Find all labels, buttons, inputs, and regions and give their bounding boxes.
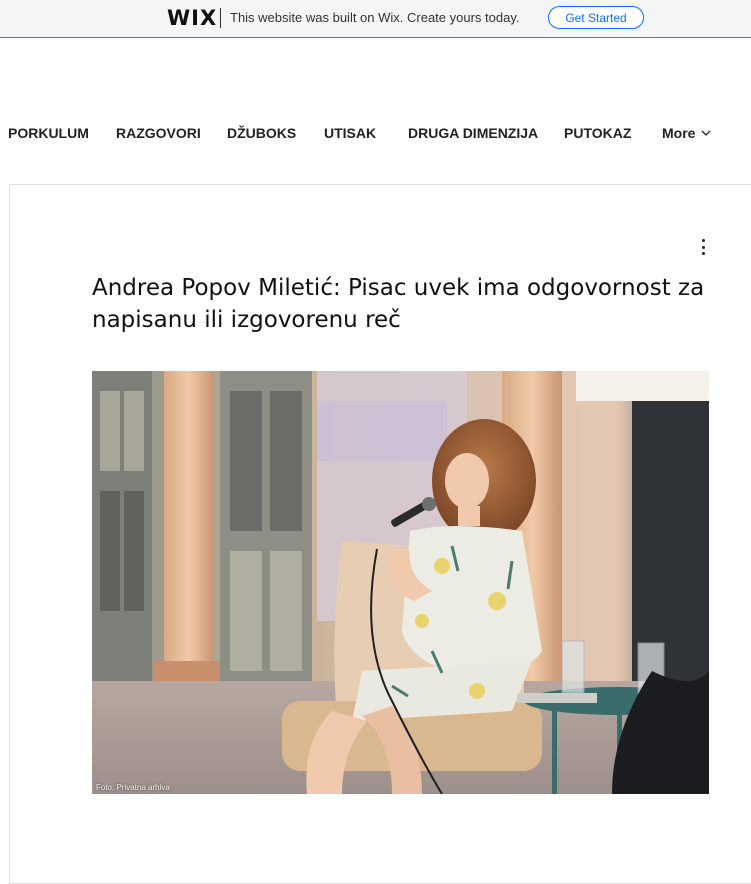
post-cover-photo: Foto: Privatna arhiva bbox=[92, 371, 709, 794]
nav-item-putokaz[interactable]: PUTOKAZ bbox=[564, 125, 631, 141]
photo-caption: Foto: Privatna arhiva bbox=[96, 783, 170, 792]
nav-more-label: More bbox=[662, 125, 696, 141]
nav-item-druga-dimenzija[interactable]: DRUGA DIMENZIJA bbox=[408, 125, 538, 141]
chevron-down-icon bbox=[701, 130, 711, 136]
nav-item-utisak[interactable]: UTISAK bbox=[324, 125, 376, 141]
wix-logo[interactable]: WIX bbox=[167, 6, 217, 30]
banner-divider bbox=[220, 8, 221, 28]
more-vertical-icon[interactable] bbox=[698, 239, 708, 255]
banner-message: This website was built on Wix. Create yo… bbox=[230, 10, 520, 25]
main-nav: PORKULUM RAZGOVORI DŽUBOKS UTISAK DRUGA … bbox=[0, 118, 751, 148]
post-title: Andrea Popov Miletić: Pisac uvek ima odg… bbox=[92, 275, 705, 333]
photo-illustration bbox=[92, 371, 709, 794]
nav-item-razgovori[interactable]: RAZGOVORI bbox=[116, 125, 201, 141]
wix-banner: WIX This website was built on Wix. Creat… bbox=[0, 0, 751, 38]
nav-more-menu[interactable]: More bbox=[662, 125, 711, 141]
nav-item-dzuboks[interactable]: DŽUBOKS bbox=[227, 125, 296, 141]
post-card: Andrea Popov Miletić: Pisac uvek ima odg… bbox=[9, 184, 751, 884]
nav-item-porkulum[interactable]: PORKULUM bbox=[8, 125, 89, 141]
get-started-button[interactable]: Get Started bbox=[548, 6, 644, 29]
